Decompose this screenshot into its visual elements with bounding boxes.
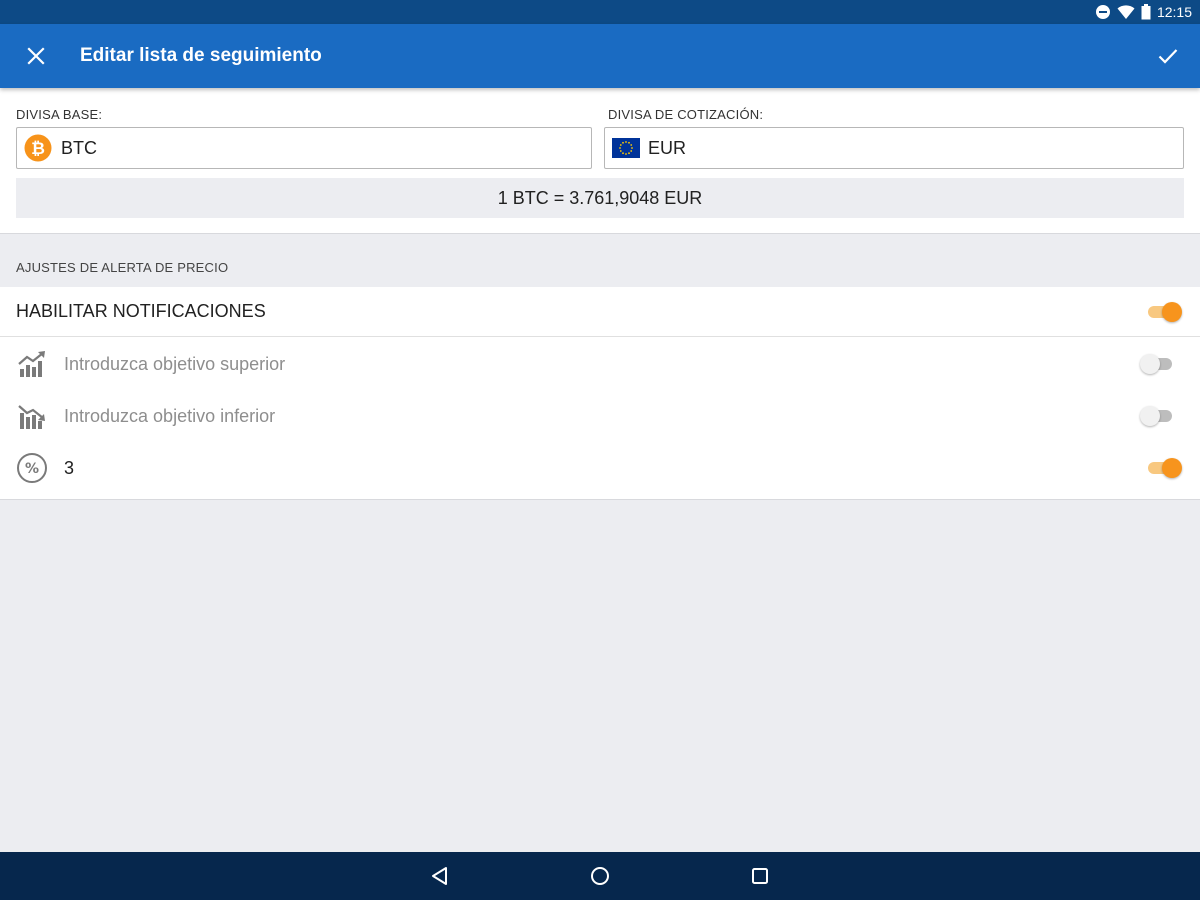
enable-notifications-label: HABILITAR NOTIFICACIONES [16,301,266,321]
toggle-thumb [1162,302,1182,322]
chart-up-icon [16,348,48,380]
base-currency-label: DIVISA BASE: [16,107,103,122]
svg-text:%: % [25,461,39,477]
nav-recents-button[interactable] [748,864,772,888]
lower-target-row[interactable]: Introduzca objetivo inferior [0,390,1200,442]
price-alert-section-title: AJUSTES DE ALERTA DE PRECIO [16,260,229,275]
enable-notifications-row[interactable]: HABILITAR NOTIFICACIONES [0,287,1200,337]
close-icon [27,47,45,65]
percent-change-row[interactable]: % 3 [0,442,1200,494]
quote-currency-value: EUR [648,137,687,158]
nav-back-button[interactable] [428,864,452,888]
check-icon [1158,49,1178,64]
quote-currency-label: DIVISA DE COTIZACIÓN: [608,107,764,122]
base-currency-field[interactable]: ₿ BTC [16,127,592,169]
battery-icon [1141,4,1151,20]
bitcoin-icon: ₿ [24,134,52,162]
nav-home-button[interactable] [588,864,612,888]
recents-square-icon [752,868,768,884]
do-not-disturb-icon [1095,4,1111,20]
percent-change-input[interactable]: 3 [64,458,74,479]
status-bar: 12:15 [0,0,1200,24]
upper-target-input[interactable]: Introduzca objetivo superior [64,354,285,375]
close-button[interactable] [16,36,56,76]
status-icons: 12:15 [1095,0,1192,24]
navigation-bar [0,852,1200,900]
confirm-button[interactable] [1148,36,1188,76]
back-triangle-icon [432,867,447,885]
price-alert-card: HABILITAR NOTIFICACIONES Introduzca obje… [0,287,1200,500]
lower-target-input[interactable]: Introduzca objetivo inferior [64,406,275,427]
base-currency-value: BTC [61,137,97,158]
status-time: 12:15 [1156,4,1192,20]
toggle-thumb [1162,458,1182,478]
exchange-rate: 1 BTC = 3.761,9048 EUR [16,178,1184,218]
home-circle-icon [591,867,609,885]
enable-notifications-toggle[interactable] [1146,302,1182,322]
page-title: Editar lista de seguimiento [80,45,322,66]
currency-section: DIVISA BASE: ₿ BTC DIVISA DE COTIZACIÓN:… [0,88,1200,234]
chart-down-icon [16,400,48,432]
quote-currency-field[interactable]: EUR [604,127,1184,169]
lower-target-toggle[interactable] [1140,406,1176,426]
eu-flag-icon [612,134,640,162]
toggle-thumb [1140,354,1160,374]
upper-target-toggle[interactable] [1140,354,1176,374]
toggle-thumb [1140,406,1160,426]
upper-target-row[interactable]: Introduzca objetivo superior [0,338,1200,390]
percent-change-toggle[interactable] [1146,458,1182,478]
app-bar: Editar lista de seguimiento [0,24,1200,88]
percent-icon: % [16,452,48,484]
wifi-icon [1117,4,1135,20]
svg-text:₿: ₿ [31,139,45,159]
